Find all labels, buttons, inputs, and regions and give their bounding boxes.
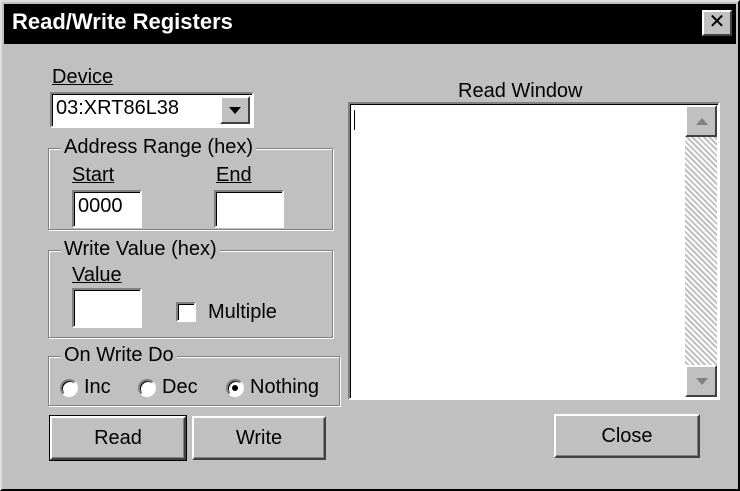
read-button[interactable]: Read xyxy=(49,415,187,461)
close-button[interactable]: Close xyxy=(554,414,700,458)
multiple-label[interactable]: Multiple xyxy=(208,301,277,324)
end-label: End xyxy=(216,164,252,186)
chevron-down-icon xyxy=(229,107,241,114)
write-button[interactable]: Write xyxy=(192,416,326,460)
start-address-value: 0000 xyxy=(78,195,123,217)
write-value-value xyxy=(74,290,140,293)
read-window-label: Read Window xyxy=(458,80,583,102)
start-label: Start xyxy=(72,164,115,186)
close-button-label: Close xyxy=(601,425,653,447)
write-value-input[interactable] xyxy=(72,288,142,328)
scroll-up-arrow-icon xyxy=(696,118,708,125)
radio-nothing[interactable] xyxy=(226,379,244,397)
title-bar[interactable]: Read/Write Registers ✕ xyxy=(4,4,736,44)
dialog-window: Read/Write Registers ✕ Device 03:XRT86L3… xyxy=(0,0,740,491)
scroll-down-arrow-icon xyxy=(696,378,708,385)
window-title: Read/Write Registers xyxy=(12,9,233,34)
radio-dec-label[interactable]: Dec xyxy=(162,376,198,399)
device-select[interactable]: 03:XRT86L38 xyxy=(50,92,254,128)
radio-inc[interactable] xyxy=(60,379,78,397)
on-write-do-label: On Write Do xyxy=(61,344,177,367)
scroll-up-button[interactable] xyxy=(685,105,717,137)
device-label: Device xyxy=(52,66,114,88)
write-button-label: Write xyxy=(235,427,283,449)
start-address-input[interactable]: 0000 xyxy=(72,190,142,228)
radio-dec[interactable] xyxy=(138,379,156,397)
radio-inc-label[interactable]: Inc xyxy=(84,376,111,399)
window-close-button[interactable]: ✕ xyxy=(702,10,732,36)
scroll-down-button[interactable] xyxy=(685,365,717,397)
device-dropdown-button[interactable] xyxy=(220,96,250,124)
end-address-value xyxy=(216,192,282,195)
text-caret xyxy=(354,110,355,130)
end-address-input[interactable] xyxy=(214,190,284,228)
radio-nothing-label[interactable]: Nothing xyxy=(250,376,319,399)
read-button-label: Read xyxy=(94,427,142,449)
value-label: Value xyxy=(72,264,122,286)
multiple-checkbox[interactable] xyxy=(176,302,196,322)
close-icon: ✕ xyxy=(708,11,726,33)
radio-selected-dot xyxy=(232,385,238,391)
address-range-label: Address Range (hex) xyxy=(61,136,256,159)
read-window-scrollbar[interactable] xyxy=(685,105,717,397)
read-window-textarea[interactable] xyxy=(348,102,720,400)
write-value-label: Write Value (hex) xyxy=(61,238,220,261)
